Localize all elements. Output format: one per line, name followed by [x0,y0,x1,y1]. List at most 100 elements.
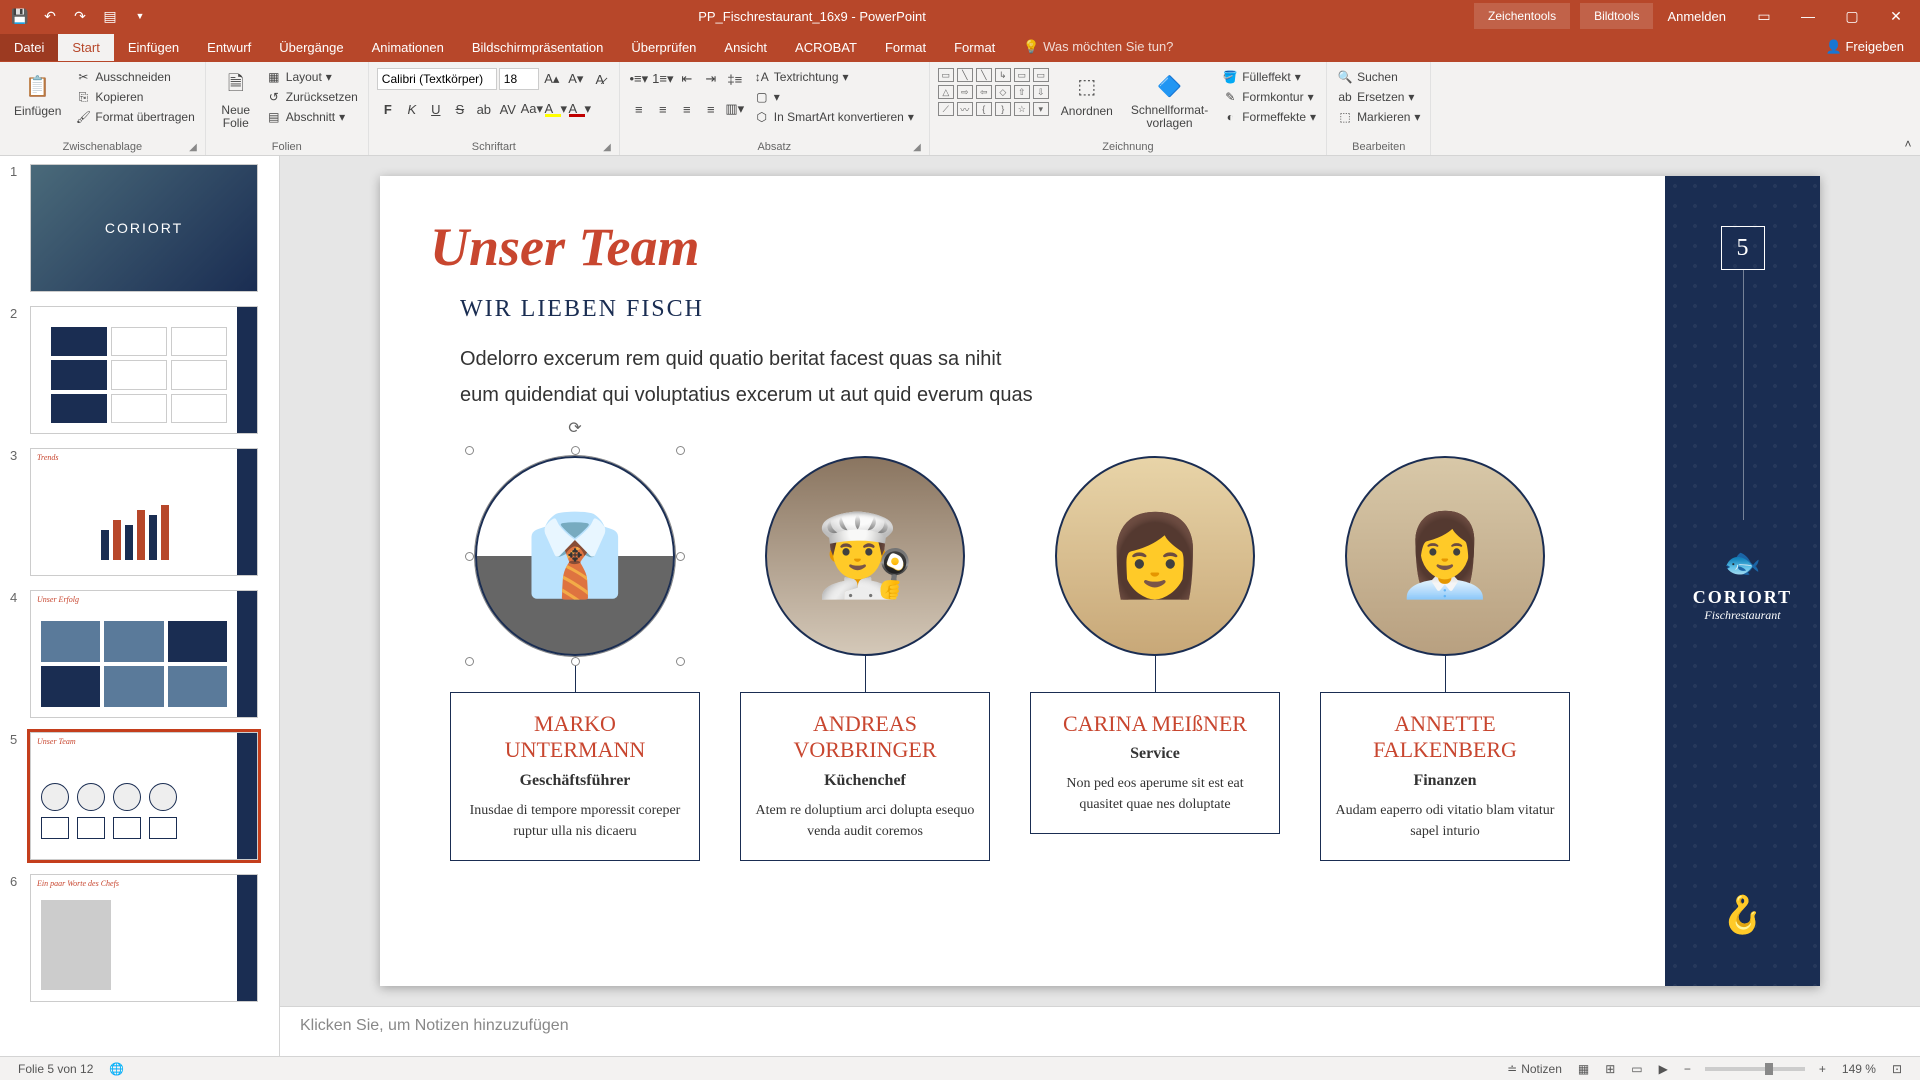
shape-connector-icon[interactable]: ↳ [995,68,1011,82]
shape-line-icon[interactable]: ╲ [957,68,973,82]
zoom-level[interactable]: 149 % [1834,1062,1884,1076]
shape-curve-icon[interactable]: ⟋ [938,102,954,116]
tab-review[interactable]: Überprüfen [617,34,710,61]
team-info-box-3[interactable]: CARINA MEIßNER Service Non ped eos aperu… [1030,692,1280,834]
bold-button[interactable]: F [377,98,399,120]
justify-button[interactable]: ≡ [700,98,722,120]
minimize-icon[interactable]: — [1788,0,1828,32]
align-left-button[interactable]: ≡ [628,98,650,120]
tab-acrobat[interactable]: ACROBAT [781,34,871,61]
fit-to-window-button[interactable]: ⊡ [1884,1062,1910,1076]
resize-handle[interactable] [465,552,474,561]
team-photo-2[interactable]: 👨‍🍳 [765,456,965,656]
shape-outline-button[interactable]: ✎Formkontur ▾ [1220,88,1318,106]
resize-handle[interactable] [676,552,685,561]
thumbnail-2[interactable]: 2 [10,306,269,434]
slide-canvas[interactable]: Unser Team WIR LIEBEN FISCH Odelorro exc… [380,176,1820,986]
maximize-icon[interactable]: ▢ [1832,0,1872,32]
resize-handle[interactable] [676,446,685,455]
copy-button[interactable]: ⎘Kopieren [73,88,196,106]
numbering-button[interactable]: 1≡▾ [652,68,674,90]
zoom-in-button[interactable]: + [1811,1062,1834,1076]
font-color-button[interactable]: A▾ [569,98,591,120]
tab-transitions[interactable]: Übergänge [265,34,357,61]
shape-rect-icon[interactable]: ▭ [938,68,954,82]
tab-animations[interactable]: Animationen [358,34,458,61]
close-icon[interactable]: ✕ [1876,0,1916,32]
tab-insert[interactable]: Einfügen [114,34,193,61]
shape-diamond-icon[interactable]: ◇ [995,85,1011,99]
team-photo-3[interactable]: 👩 [1055,456,1255,656]
increase-font-button[interactable]: A▴ [541,68,563,90]
dialog-launcher-icon[interactable]: ◢ [189,142,197,153]
reset-button[interactable]: ↺Zurücksetzen [264,88,360,106]
team-photo-4[interactable]: 👩‍💼 [1345,456,1545,656]
line-spacing-button[interactable]: ‡≡ [724,68,746,90]
resize-handle[interactable] [571,657,580,666]
shape-effects-button[interactable]: ◐Formeffekte ▾ [1220,108,1318,126]
tab-view[interactable]: Ansicht [710,34,781,61]
strikethrough-button[interactable]: S [449,98,471,120]
thumbnail-4[interactable]: 4 Unser Erfolg [10,590,269,718]
dialog-launcher-icon[interactable]: ◢ [913,142,921,153]
quick-styles-button[interactable]: 🔷 Schnellformat- vorlagen [1125,68,1214,132]
new-slide-button[interactable]: 🗎 Neue Folie [214,68,258,132]
shape-fill-button[interactable]: 🪣Fülleffekt ▾ [1220,68,1318,86]
normal-view-button[interactable]: ▦ [1570,1062,1597,1076]
team-info-box-2[interactable]: ANDREAS VORBRINGER Küchenchef Atem re do… [740,692,990,861]
text-direction-button[interactable]: ↕ATextrichtung ▾ [752,68,916,86]
thumbnail-3[interactable]: 3 Trends [10,448,269,576]
find-button[interactable]: 🔍Suchen [1335,68,1422,86]
shape-gallery[interactable]: ▭╲╲↳▭▭ △⇨⇦◇⇧⇩ ⟋〰{}☆▾ [938,68,1049,116]
italic-button[interactable]: K [401,98,423,120]
rotate-handle-icon[interactable]: ⟳ [568,418,581,438]
font-size-input[interactable] [499,68,539,90]
shape-arrow3-icon[interactable]: ⇧ [1014,85,1030,99]
increase-indent-button[interactable]: ⇥ [700,68,722,90]
replace-button[interactable]: abErsetzen ▾ [1335,88,1422,106]
columns-button[interactable]: ▥▾ [724,98,746,120]
decrease-font-button[interactable]: A▾ [565,68,587,90]
contextual-tab-picture[interactable]: Bildtools [1580,3,1653,29]
shape-star-icon[interactable]: ☆ [1014,102,1030,116]
thumbnail-5[interactable]: 5 Unser Team [10,732,269,860]
sorter-view-button[interactable]: ⊞ [1597,1062,1623,1076]
align-text-button[interactable]: ▢ ▾ [752,88,916,106]
contextual-tab-drawing[interactable]: Zeichentools [1474,3,1570,29]
smartart-button[interactable]: ⬡In SmartArt konvertieren ▾ [752,108,916,126]
resize-handle[interactable] [465,446,474,455]
shape-arrow2-icon[interactable]: ⇦ [976,85,992,99]
shape-brace-icon[interactable]: { [976,102,992,116]
team-info-box-1[interactable]: MARKO UNTERMANN Geschäftsführer Inusdae … [450,692,700,861]
tab-format-drawing[interactable]: Format [871,34,940,61]
tell-me[interactable]: 💡 Was möchten Sie tun? [1009,33,1187,61]
tab-design[interactable]: Entwurf [193,34,265,61]
spacing-button[interactable]: AV [497,98,519,120]
underline-button[interactable]: U [425,98,447,120]
slide-thumbnail-panel[interactable]: 1 CORIORT 2 3 Trends 4 Unser Erfolg 5 Un… [0,156,280,1056]
shape-more-icon[interactable]: ▾ [1033,102,1049,116]
section-button[interactable]: ▤Abschnitt ▾ [264,108,360,126]
cut-button[interactable]: ✂Ausschneiden [73,68,196,86]
shape-arrow-icon[interactable]: ⇨ [957,85,973,99]
ribbon-options-icon[interactable]: ▭ [1744,0,1784,32]
slideshow-icon[interactable]: ▤ [98,4,122,28]
tab-start[interactable]: Start [58,34,113,61]
align-center-button[interactable]: ≡ [652,98,674,120]
select-button[interactable]: ⬚Markieren ▾ [1335,108,1422,126]
notes-pane[interactable]: Klicken Sie, um Notizen hinzuzufügen [280,1006,1920,1056]
share-button[interactable]: 👤 Freigeben [1826,39,1904,55]
highlight-button[interactable]: A▾ [545,98,567,120]
shape-triangle-icon[interactable]: △ [938,85,954,99]
slide-counter[interactable]: Folie 5 von 12 [10,1062,101,1076]
paste-button[interactable]: 📋 Einfügen [8,68,67,120]
format-painter-button[interactable]: 🖌Format übertragen [73,108,196,126]
shape-line2-icon[interactable]: ╲ [976,68,992,82]
undo-icon[interactable]: ↶ [38,4,62,28]
shape-brace2-icon[interactable]: } [995,102,1011,116]
clear-formatting-button[interactable]: A̷ [589,68,611,90]
tab-format-picture[interactable]: Format [940,34,1009,61]
shape-rect3-icon[interactable]: ▭ [1033,68,1049,82]
redo-icon[interactable]: ↷ [68,4,92,28]
bullets-button[interactable]: •≡▾ [628,68,650,90]
